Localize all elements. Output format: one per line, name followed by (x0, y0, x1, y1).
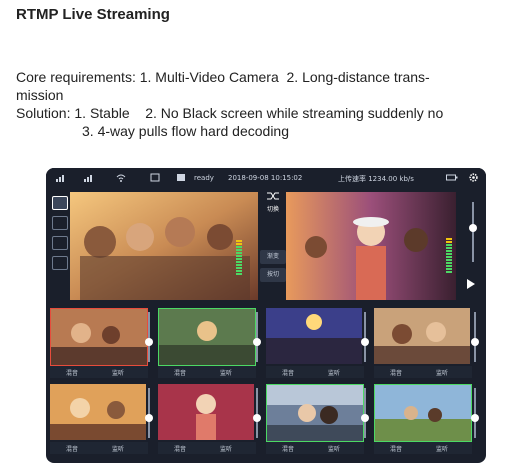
monitor-icon[interactable] (52, 216, 68, 230)
camera-cell-3[interactable] (266, 308, 362, 364)
camera-cell-1[interactable] (50, 308, 148, 366)
fade-button[interactable]: 渐变 (260, 250, 286, 264)
monitor-button[interactable]: 监听 (220, 368, 232, 377)
program-video[interactable] (286, 192, 456, 300)
camera-cell-8[interactable] (374, 384, 472, 442)
monitor-button[interactable]: 监听 (220, 444, 232, 453)
mix-button[interactable]: 混音 (174, 368, 186, 377)
mix-button[interactable]: 混音 (66, 444, 78, 453)
record-icon (177, 174, 185, 181)
mix-button[interactable]: 混音 (174, 444, 186, 453)
cell-6-volume-knob[interactable] (253, 414, 261, 422)
program-volume-knob[interactable] (469, 224, 477, 232)
cut-button[interactable]: 按切 (260, 268, 286, 282)
mix-button[interactable]: 混音 (390, 444, 402, 453)
cell-6-controls: 混音 监听 (158, 442, 256, 454)
cell-5-volume-knob[interactable] (145, 414, 153, 422)
datetime: 2018-09-08 10:15:02 (228, 174, 303, 182)
camera-cell-7[interactable] (266, 384, 364, 442)
monitor-button[interactable]: 监听 (436, 368, 448, 377)
mix-button[interactable]: 混音 (282, 444, 294, 453)
sim-icon (150, 173, 160, 182)
camera-cell-4[interactable] (374, 308, 470, 364)
mix-button[interactable]: 混音 (66, 368, 78, 377)
solution-line-1: Solution: 1. Stable 2. No Black screen w… (16, 105, 444, 121)
cell-7-volume-knob[interactable] (361, 414, 369, 422)
page-title: RTMP Live Streaming (16, 6, 170, 23)
requirements-line-1: Core requirements: 1. Multi-Video Camera… (16, 69, 430, 85)
cell-2-volume-knob[interactable] (253, 338, 261, 346)
status-bar: ready 2018-09-08 10:15:02 上传速率 1234.00 k… (46, 168, 486, 188)
cell-7-controls: 混音 监听 (266, 442, 364, 454)
status-text: ready (194, 174, 214, 182)
cell-3-volume-knob[interactable] (361, 338, 369, 346)
wifi-icon (116, 174, 126, 182)
cell-8-volume-slider[interactable] (474, 388, 476, 438)
preview-video[interactable] (70, 192, 258, 300)
battery-icon (446, 174, 458, 181)
cell-4-volume-knob[interactable] (471, 338, 479, 346)
monitor-button[interactable]: 监听 (328, 368, 340, 377)
cell-1-volume-slider[interactable] (148, 312, 150, 362)
monitor-button[interactable]: 监听 (436, 444, 448, 453)
cell-8-volume-knob[interactable] (471, 414, 479, 422)
signal-icon (56, 175, 64, 182)
cell-4-controls: 混音 监听 (374, 366, 472, 378)
monitor-button[interactable]: 监听 (112, 368, 124, 377)
play-icon[interactable] (466, 278, 476, 290)
solution-line-2: 3. 4-way pulls flow hard decoding (82, 123, 290, 139)
cell-7-volume-slider[interactable] (364, 388, 366, 438)
cell-4-volume-slider[interactable] (474, 312, 476, 362)
camera-cell-5[interactable] (50, 384, 146, 440)
camera-cell-2[interactable] (158, 308, 256, 366)
monitor-icon[interactable] (52, 256, 68, 270)
cell-3-controls: 混音 监听 (266, 366, 364, 378)
mix-button[interactable]: 混音 (282, 368, 294, 377)
requirements-line-2: mission (16, 87, 64, 103)
program-vu-meter (446, 238, 452, 274)
monitor-button[interactable]: 监听 (328, 444, 340, 453)
cell-6-volume-slider[interactable] (256, 388, 258, 438)
cell-5-controls: 混音 监听 (50, 442, 148, 454)
cell-2-controls: 混音 监听 (158, 366, 256, 378)
cell-3-volume-slider[interactable] (364, 312, 366, 362)
monitor-icon[interactable] (52, 236, 68, 250)
camera-icon[interactable] (52, 196, 68, 210)
program-volume-slider[interactable] (472, 202, 474, 262)
preview-vu-meter (236, 240, 242, 276)
signal-icon (84, 175, 92, 182)
mix-button[interactable]: 混音 (390, 368, 402, 377)
monitor-button[interactable]: 监听 (112, 444, 124, 453)
camera-cell-6[interactable] (158, 384, 254, 440)
tablet-app: ready 2018-09-08 10:15:02 上传速率 1234.00 k… (46, 168, 486, 463)
cell-1-controls: 混音 监听 (50, 366, 148, 378)
cell-5-volume-slider[interactable] (148, 388, 150, 438)
cell-8-controls: 混音 监听 (374, 442, 472, 454)
shuffle-icon (267, 192, 279, 200)
gear-icon[interactable] (468, 172, 479, 183)
switch-button[interactable]: 切换 (260, 190, 286, 230)
upload-rate: 上传速率 1234.00 kb/s (338, 175, 414, 183)
cell-2-volume-slider[interactable] (256, 312, 258, 362)
source-selector (48, 190, 70, 278)
cell-1-volume-knob[interactable] (145, 338, 153, 346)
switch-label: 切换 (266, 207, 279, 213)
